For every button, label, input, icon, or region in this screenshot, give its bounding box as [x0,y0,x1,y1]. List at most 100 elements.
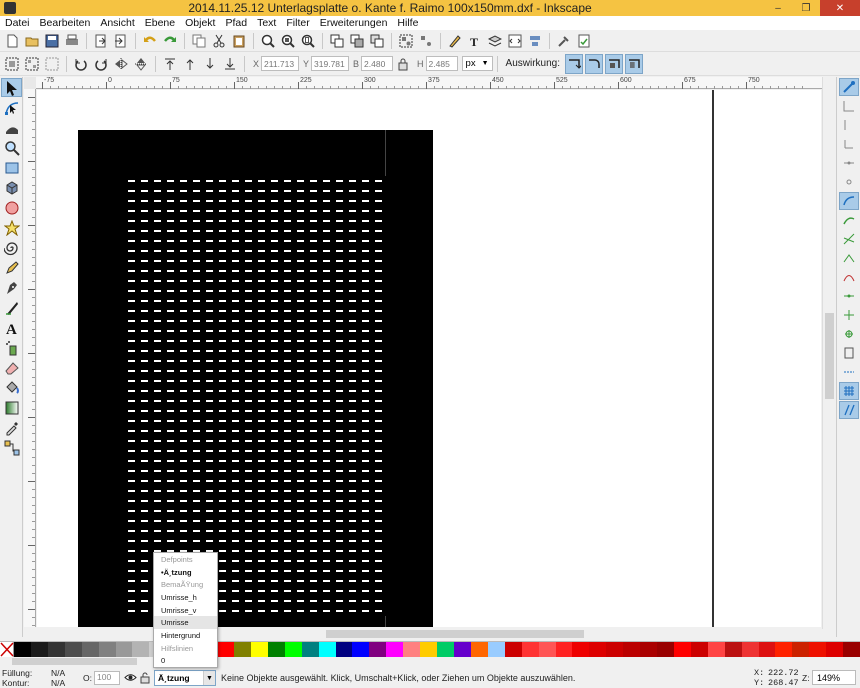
open-file-icon[interactable] [23,32,41,50]
snap-bbox-corner-icon[interactable] [839,135,859,153]
clone-icon[interactable] [348,32,366,50]
snap-grid-icon[interactable] [839,382,859,400]
redo-icon[interactable] [161,32,179,50]
vertical-scrollbar[interactable] [822,77,835,629]
color-swatch[interactable] [284,642,302,657]
snap-bbox-edge-icon[interactable] [839,116,859,134]
unlink-clone-icon[interactable] [368,32,386,50]
snap-bbox-icon[interactable] [839,97,859,115]
color-swatch[interactable] [640,642,658,657]
align-distribute-icon[interactable] [526,32,544,50]
color-swatch[interactable] [98,642,116,657]
color-swatch[interactable] [267,642,285,657]
color-swatch[interactable] [132,642,150,657]
text-tool-icon[interactable]: A [1,318,22,337]
tweak-tool-icon[interactable] [1,118,22,137]
snap-bbox-center-icon[interactable] [839,173,859,191]
snap-bbox-midpoint-icon[interactable] [839,154,859,172]
palette-scroll-thumb[interactable] [12,658,137,665]
paint-bucket-tool-icon[interactable] [1,378,22,397]
layer-option[interactable]: BemaÃŸung [154,578,217,591]
snap-object-centers-icon[interactable] [839,306,859,324]
spiral-tool-icon[interactable] [1,238,22,257]
color-swatch[interactable] [843,642,860,657]
color-swatch[interactable] [217,642,234,657]
drawing-canvas[interactable] [37,90,821,627]
color-swatch[interactable] [826,642,844,657]
layer-lock-icon[interactable] [139,671,151,684]
color-swatch[interactable] [589,642,607,657]
snap-enable-icon[interactable] [839,78,859,96]
layer-option[interactable]: Umrisse [154,616,217,630]
height-field[interactable]: 2.485 [425,56,458,71]
close-button[interactable]: ✕ [820,0,860,16]
fill-value[interactable]: N/A [51,668,65,678]
menu-bearbeiten[interactable]: Bearbeiten [35,17,96,29]
color-swatch[interactable] [707,642,725,657]
snap-midpoints-icon[interactable] [839,287,859,305]
snap-rotation-center-icon[interactable] [839,325,859,343]
color-swatch[interactable] [673,642,691,657]
calligraphy-tool-icon[interactable] [1,298,22,317]
star-tool-icon[interactable] [1,218,22,237]
xml-editor-icon[interactable] [506,32,524,50]
menu-erweiterungen[interactable]: Erweiterungen [315,17,393,29]
zoom-selection-icon[interactable] [259,32,277,50]
color-swatch[interactable] [555,642,573,657]
color-swatch[interactable] [233,642,251,657]
raise-to-top-icon[interactable] [161,55,179,73]
scale-stroke-toggle-icon[interactable] [565,53,583,74]
lower-to-bottom-icon[interactable] [221,55,239,73]
zoom-page-icon[interactable] [299,32,317,50]
dropper-tool-icon[interactable] [1,418,22,437]
pencil-tool-icon[interactable] [1,258,22,277]
color-swatch[interactable] [369,642,387,657]
color-swatch[interactable] [81,642,99,657]
text-font-icon[interactable]: T [466,32,484,50]
cross-pattern-grid[interactable] [125,176,387,616]
horizontal-ruler[interactable]: -75 0 75 150 225 300 375 450 525 600 675 750 [36,77,822,89]
color-swatch[interactable] [386,642,404,657]
selector-tool-icon[interactable] [1,78,22,97]
color-swatch[interactable] [758,642,776,657]
zoom-field[interactable]: 149% [812,670,856,685]
menu-pfad[interactable]: Pfad [220,17,252,29]
color-swatch[interactable] [437,642,454,657]
layer-option[interactable]: Umrisse_v [154,604,217,617]
color-swatch[interactable] [453,642,471,657]
x-field[interactable]: 211.713 [261,56,300,71]
color-swatch[interactable] [64,642,82,657]
transform-pattern-toggle-icon[interactable] [625,53,643,74]
y-field[interactable]: 319.781 [311,56,350,71]
ungroup-icon[interactable] [417,32,435,50]
color-swatch[interactable] [30,642,48,657]
layer-option[interactable]: Defpoints [154,553,217,566]
color-swatch[interactable] [487,642,505,657]
menu-datei[interactable]: Datei [0,17,35,29]
select-all-layers-icon[interactable] [23,55,41,73]
snap-intersection-icon[interactable] [839,230,859,248]
zoom-tool-icon[interactable] [1,138,22,157]
preferences-icon[interactable] [555,32,573,50]
rotate-cw-icon[interactable] [92,55,110,73]
vertical-ruler[interactable] [24,89,36,627]
paste-icon[interactable] [230,32,248,50]
color-swatch[interactable] [420,642,438,657]
color-swatch[interactable] [115,642,133,657]
cut-icon[interactable] [210,32,228,50]
ellipse-tool-icon[interactable] [1,198,22,217]
no-color-swatch[interactable] [0,642,14,657]
snap-cusp-nodes-icon[interactable] [839,249,859,267]
color-swatch[interactable] [741,642,759,657]
color-swatch[interactable] [318,642,336,657]
color-swatch[interactable] [724,642,742,657]
layer-option[interactable]: Umrisse_h [154,591,217,604]
vertical-scroll-thumb[interactable] [825,313,834,399]
snap-nodes-icon[interactable] [839,192,859,210]
eraser-tool-icon[interactable] [1,358,22,377]
duplicate-icon[interactable] [328,32,346,50]
color-swatch[interactable] [301,642,319,657]
stroke-value[interactable]: N/A [51,678,65,688]
menu-ebene[interactable]: Ebene [140,17,180,29]
color-swatch[interactable] [47,642,65,657]
